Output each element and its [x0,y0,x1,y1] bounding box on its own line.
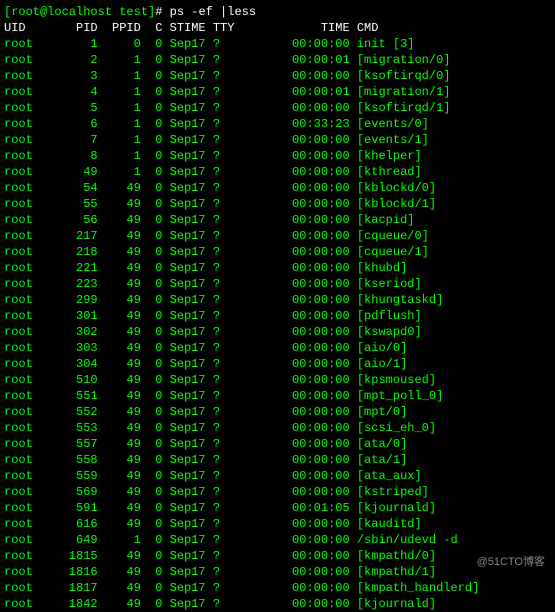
ps-header-row: UID PID PPID C STIME TTY TIME CMD [4,20,551,36]
ps-row: root 551 49 0 Sep17 ? 00:00:00 [mpt_poll… [4,388,551,404]
ps-row: root 1842 49 0 Sep17 ? 00:00:00 [kjourna… [4,596,551,612]
ps-row: root 559 49 0 Sep17 ? 00:00:00 [ata_aux] [4,468,551,484]
shell-prompt: [root@localhost test]# ps -ef |less [4,4,551,20]
ps-row: root 552 49 0 Sep17 ? 00:00:00 [mpt/0] [4,404,551,420]
ps-row: root 299 49 0 Sep17 ? 00:00:00 [khungtas… [4,292,551,308]
ps-row: root 54 49 0 Sep17 ? 00:00:00 [kblockd/0… [4,180,551,196]
ps-row: root 3 1 0 Sep17 ? 00:00:00 [ksoftirqd/0… [4,68,551,84]
ps-row: root 302 49 0 Sep17 ? 00:00:00 [kswapd0] [4,324,551,340]
ps-row: root 221 49 0 Sep17 ? 00:00:00 [khubd] [4,260,551,276]
prompt-command: ps -ef |less [170,5,256,19]
ps-row: root 1 0 0 Sep17 ? 00:00:00 init [3] [4,36,551,52]
ps-row: root 1815 49 0 Sep17 ? 00:00:00 [kmpathd… [4,548,551,564]
ps-row: root 1816 49 0 Sep17 ? 00:00:00 [kmpathd… [4,564,551,580]
ps-row: root 557 49 0 Sep17 ? 00:00:00 [ata/0] [4,436,551,452]
ps-row: root 4 1 0 Sep17 ? 00:00:01 [migration/1… [4,84,551,100]
ps-row: root 553 49 0 Sep17 ? 00:00:00 [scsi_eh_… [4,420,551,436]
ps-row: root 49 1 0 Sep17 ? 00:00:00 [kthread] [4,164,551,180]
watermark: @51CTO博客 [477,553,545,569]
ps-row: root 616 49 0 Sep17 ? 00:00:00 [kauditd] [4,516,551,532]
ps-row: root 223 49 0 Sep17 ? 00:00:00 [kseriod] [4,276,551,292]
ps-row: root 591 49 0 Sep17 ? 00:01:05 [kjournal… [4,500,551,516]
ps-row: root 56 49 0 Sep17 ? 00:00:00 [kacpid] [4,212,551,228]
ps-row: root 304 49 0 Sep17 ? 00:00:00 [aio/1] [4,356,551,372]
ps-row: root 303 49 0 Sep17 ? 00:00:00 [aio/0] [4,340,551,356]
ps-row: root 217 49 0 Sep17 ? 00:00:00 [cqueue/0… [4,228,551,244]
ps-row: root 649 1 0 Sep17 ? 00:00:00 /sbin/udev… [4,532,551,548]
ps-row: root 8 1 0 Sep17 ? 00:00:00 [khelper] [4,148,551,164]
ps-row: root 55 49 0 Sep17 ? 00:00:00 [kblockd/1… [4,196,551,212]
ps-rows-container: root 1 0 0 Sep17 ? 00:00:00 init [3]root… [4,36,551,612]
ps-row: root 301 49 0 Sep17 ? 00:00:00 [pdflush] [4,308,551,324]
ps-row: root 558 49 0 Sep17 ? 00:00:00 [ata/1] [4,452,551,468]
ps-row: root 7 1 0 Sep17 ? 00:00:00 [events/1] [4,132,551,148]
ps-row: root 5 1 0 Sep17 ? 00:00:00 [ksoftirqd/1… [4,100,551,116]
ps-row: root 510 49 0 Sep17 ? 00:00:00 [kpsmouse… [4,372,551,388]
ps-row: root 1817 49 0 Sep17 ? 00:00:00 [kmpath_… [4,580,551,596]
ps-row: root 218 49 0 Sep17 ? 00:00:00 [cqueue/1… [4,244,551,260]
prompt-user-host: [root@localhost test] [4,5,155,19]
ps-row: root 2 1 0 Sep17 ? 00:00:01 [migration/0… [4,52,551,68]
ps-row: root 6 1 0 Sep17 ? 00:33:23 [events/0] [4,116,551,132]
ps-row: root 569 49 0 Sep17 ? 00:00:00 [kstriped… [4,484,551,500]
